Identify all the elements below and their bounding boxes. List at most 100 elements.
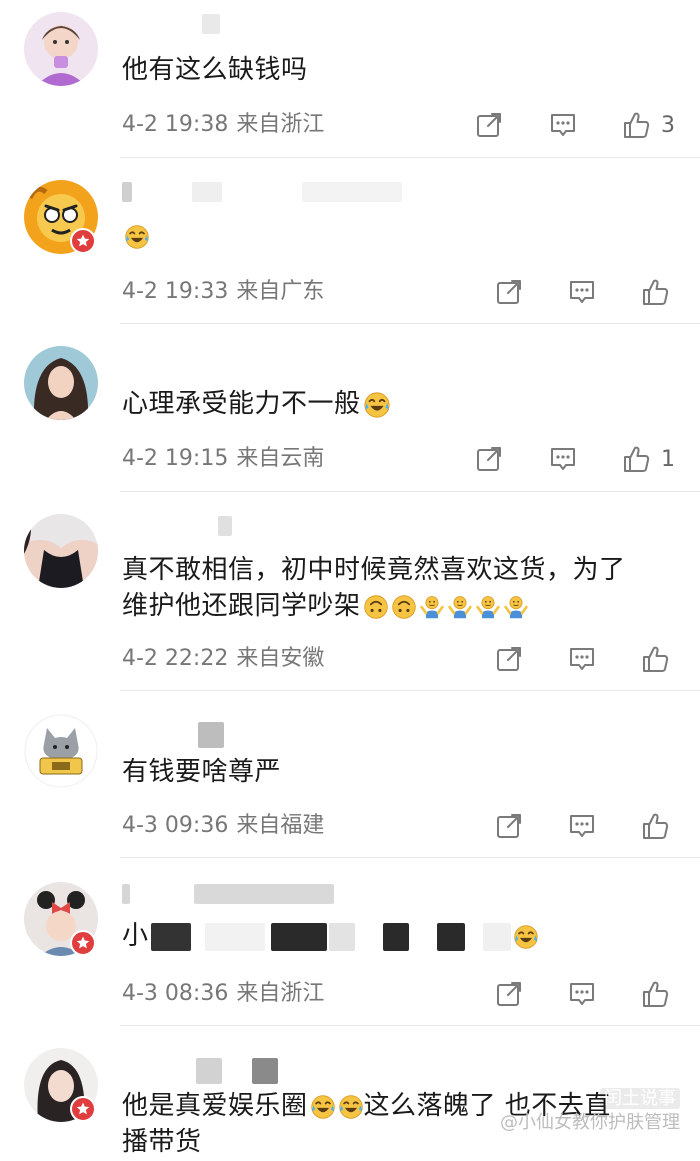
censored-text <box>436 922 465 951</box>
upside-down-face-emoji-icon <box>391 594 417 620</box>
share-icon <box>474 444 504 474</box>
share-button[interactable] <box>494 642 524 676</box>
censored-text <box>328 922 355 951</box>
star-icon <box>75 233 91 249</box>
comment-icon <box>548 110 578 140</box>
watermark: 闰土说事 @小仙女教你护肤管理 <box>500 1087 680 1135</box>
username-censored[interactable] <box>122 14 232 34</box>
censored-text <box>482 922 511 951</box>
thumbs-up-icon <box>640 644 670 674</box>
comment-meta: 4-2 19:38 来自浙江 <box>122 110 324 140</box>
reply-button[interactable] <box>567 275 597 309</box>
laughing-tears-emoji-icon <box>310 1094 336 1120</box>
username-censored[interactable] <box>122 722 232 748</box>
comment-date: 4-2 19:38 <box>122 112 229 137</box>
verified-badge <box>70 930 96 956</box>
comment-text: 真不敢相信，初中时候竟然喜欢这货，为了 维护他还跟同学吵架 <box>122 555 626 621</box>
reply-button[interactable] <box>567 642 597 676</box>
reply-button[interactable] <box>548 442 578 476</box>
divider <box>120 491 700 492</box>
thumbs-up-icon <box>640 277 670 307</box>
comment-meta: 4-2 22:22 来自安徽 <box>122 644 324 674</box>
comment-text: 他有这么缺钱吗 <box>122 55 308 85</box>
divider <box>120 1025 700 1026</box>
laughing-tears-emoji-icon <box>363 391 391 419</box>
censored-text <box>382 922 409 951</box>
comment-date: 4-2 22:22 <box>122 646 229 671</box>
comment-date: 4-2 19:33 <box>122 279 229 304</box>
avatar[interactable] <box>24 346 98 420</box>
reply-button[interactable] <box>567 977 597 1011</box>
woman-dress-avatar-icon <box>24 514 98 588</box>
woman-photo-avatar-icon <box>24 346 98 420</box>
censored-text <box>270 922 327 951</box>
verified-badge <box>70 228 96 254</box>
divider <box>120 690 700 691</box>
comment-text: 小 <box>122 918 682 954</box>
comment-icon <box>567 644 597 674</box>
comment-location: 来自浙江 <box>236 981 325 1006</box>
thumbs-up-icon <box>640 811 670 841</box>
comment-location: 来自云南 <box>236 446 325 471</box>
avatar[interactable] <box>24 12 98 86</box>
share-button[interactable] <box>494 977 524 1011</box>
girl-purple-avatar-icon <box>24 12 98 86</box>
like-button[interactable]: 1 <box>621 442 675 476</box>
comment-location: 来自福建 <box>236 813 325 838</box>
laughing-tears-emoji-icon <box>513 924 539 950</box>
comment-icon <box>548 444 578 474</box>
shrug-emoji-icon <box>419 594 445 620</box>
username-censored[interactable] <box>122 182 412 202</box>
comment-text: 心理承受能力不一般 <box>122 386 682 422</box>
thumbs-up-icon <box>640 979 670 1009</box>
shrug-emoji-icon <box>447 594 473 620</box>
thumbs-up-icon <box>621 444 651 474</box>
watermark-handle: @小仙女教你护肤管理 <box>500 1112 680 1133</box>
avatar[interactable] <box>24 714 98 788</box>
like-count: 3 <box>661 112 675 138</box>
laughing-tears-emoji-icon <box>124 224 150 250</box>
username-censored[interactable] <box>122 1058 322 1084</box>
comment-location: 来自安徽 <box>236 646 325 671</box>
cat-cartoon-avatar-icon <box>24 714 98 788</box>
comment-meta: 4-2 19:15 来自云南 <box>122 444 324 474</box>
like-button[interactable] <box>640 275 670 309</box>
like-button[interactable]: 3 <box>621 108 675 142</box>
comment-date: 4-3 08:36 <box>122 981 229 1006</box>
share-button[interactable] <box>494 809 524 843</box>
share-icon <box>494 644 524 674</box>
username-censored[interactable] <box>122 516 242 536</box>
star-icon <box>75 1101 91 1117</box>
share-button[interactable] <box>474 442 504 476</box>
reply-button[interactable] <box>548 108 578 142</box>
shrug-emoji-icon <box>475 594 501 620</box>
share-icon <box>494 811 524 841</box>
username-censored[interactable] <box>122 884 342 904</box>
verified-badge <box>70 1096 96 1122</box>
star-icon <box>75 935 91 951</box>
share-icon <box>474 110 504 140</box>
share-icon <box>494 979 524 1009</box>
censored-text <box>150 922 191 951</box>
comment-meta: 4-3 08:36 来自浙江 <box>122 979 324 1009</box>
like-count: 1 <box>661 446 675 472</box>
comment-icon <box>567 277 597 307</box>
like-button[interactable] <box>640 642 670 676</box>
like-button[interactable] <box>640 809 670 843</box>
comment-text <box>122 218 682 254</box>
avatar[interactable] <box>24 514 98 588</box>
thumbs-up-icon <box>621 110 651 140</box>
comment-icon <box>567 979 597 1009</box>
comment-date: 4-3 09:36 <box>122 813 229 838</box>
comment-location: 来自浙江 <box>236 112 325 137</box>
comment-icon <box>567 811 597 841</box>
comment-meta: 4-2 19:33 来自广东 <box>122 277 324 307</box>
comment-meta: 4-3 09:36 来自福建 <box>122 811 324 841</box>
laughing-tears-emoji-icon <box>338 1094 364 1120</box>
divider <box>120 857 700 858</box>
like-button[interactable] <box>640 977 670 1011</box>
share-button[interactable] <box>494 275 524 309</box>
reply-button[interactable] <box>567 809 597 843</box>
share-button[interactable] <box>474 108 504 142</box>
divider <box>120 323 700 324</box>
